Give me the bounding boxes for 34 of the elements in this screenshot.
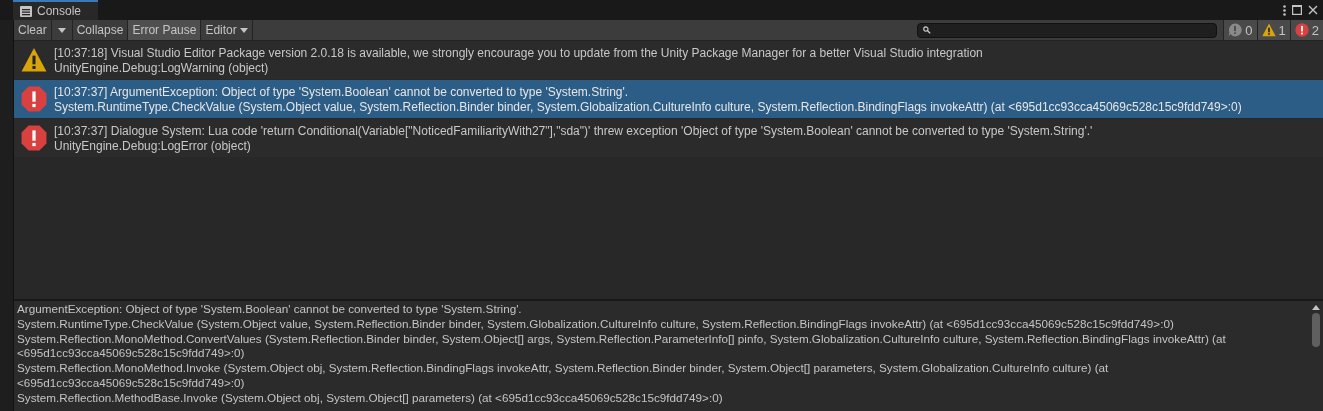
caret-icon xyxy=(239,27,248,33)
search-icon xyxy=(923,26,931,34)
console-tab[interactable]: Console xyxy=(13,0,98,20)
log-message: [10:37:18] Visual Studio Editor Package version 2.0.18 is available, we strongly encourage you to update from the Unity Package Manager for a better Visual Studio integration xyxy=(54,45,983,60)
log-message: [10:37:37] ArgumentException: Object of type 'System.Boolean' cannot be converted to type 'System.String'. xyxy=(54,84,630,99)
stack-trace-line: System.RuntimeType.CheckValue (System.Object value, System.Reflection.Binder binder, System.Globalization.CultureInfo culture, System.Reflection.BindingFlags invokeAttr) (at <695d1cc93cca45069c528c15c9fdd749>:0) xyxy=(17,316,1175,332)
stack-trace-line: System.Reflection.MonoMethod.Invoke (System.Object obj, System.Reflection.BindingFlags invokeAttr, System.Reflection.Binder binder, System.Object[] parameters, System.Globalization.CultureInfo culture) (at <695d1cc93cca45069c528c15c9fdd749>:0) xyxy=(17,361,1110,391)
log-entry[interactable] xyxy=(14,80,1323,119)
error-icon xyxy=(21,125,47,151)
list-icon xyxy=(20,5,32,17)
log-source: System.RuntimeType.CheckValue (System.Object value, System.Reflection.Binder binder, System.Globalization.CultureInfo culture, System.Reflection.BindingFlags invokeAttr) (at <695d1cc93cca45069c528c15c9fdd749>:0) xyxy=(54,99,1242,114)
stack-trace-line: System.Reflection.MethodBase.Invoke (System.Object obj, System.Object[] parameters) (at <695d1cc93cca45069c528c15c9fdd749>:0) xyxy=(17,390,724,406)
more-options-icon[interactable] xyxy=(1283,4,1286,16)
log-message: [10:37:37] Dialogue System: Lua code 'return Conditional(Variable["NoticedFamiliarityWith27"],"sda")' threw exception 'Object of type 'System.Boolean' cannot be converted to type 'System.String'.' xyxy=(54,123,1093,138)
warning-filter-toggle[interactable]: 1 xyxy=(1256,20,1290,40)
caret-icon xyxy=(57,27,66,33)
warning-icon xyxy=(1261,23,1276,37)
window-title: Console xyxy=(37,4,82,18)
maximize-icon[interactable] xyxy=(1292,5,1302,15)
close-icon[interactable] xyxy=(1308,5,1318,15)
info-filter-toggle[interactable]: 0 xyxy=(1223,20,1257,40)
search-field[interactable] xyxy=(917,22,1218,38)
warning-icon xyxy=(21,47,47,73)
stack-trace-line: System.Reflection.MonoMethod.ConvertValues (System.Reflection.Binder binder, System.Object[] args, System.Reflection.ParameterInfo[] pinfo, System.Globalization.CultureInfo culture, System.Reflection.BindingFlags invokeAttr) (at <695d1cc93cca45069c528c15c9fdd749>:0) xyxy=(17,331,1227,362)
error-icon xyxy=(1294,23,1309,37)
error-icon xyxy=(21,86,47,112)
scroll-up-icon[interactable] xyxy=(1312,305,1320,310)
error-filter-toggle[interactable]: 2 xyxy=(1289,20,1323,40)
scrollbar-thumb[interactable] xyxy=(1312,313,1320,347)
log-source: UnityEngine.Debug:LogWarning (object) xyxy=(54,60,270,75)
info-icon xyxy=(1228,23,1243,37)
stack-trace-line: ArgumentException: Object of type 'System.Boolean' cannot be converted to type 'System.String'. xyxy=(17,302,523,317)
log-source: UnityEngine.Debug:LogError (object) xyxy=(54,138,252,153)
toolbar-button[interactable]: Error Pause xyxy=(128,20,202,40)
